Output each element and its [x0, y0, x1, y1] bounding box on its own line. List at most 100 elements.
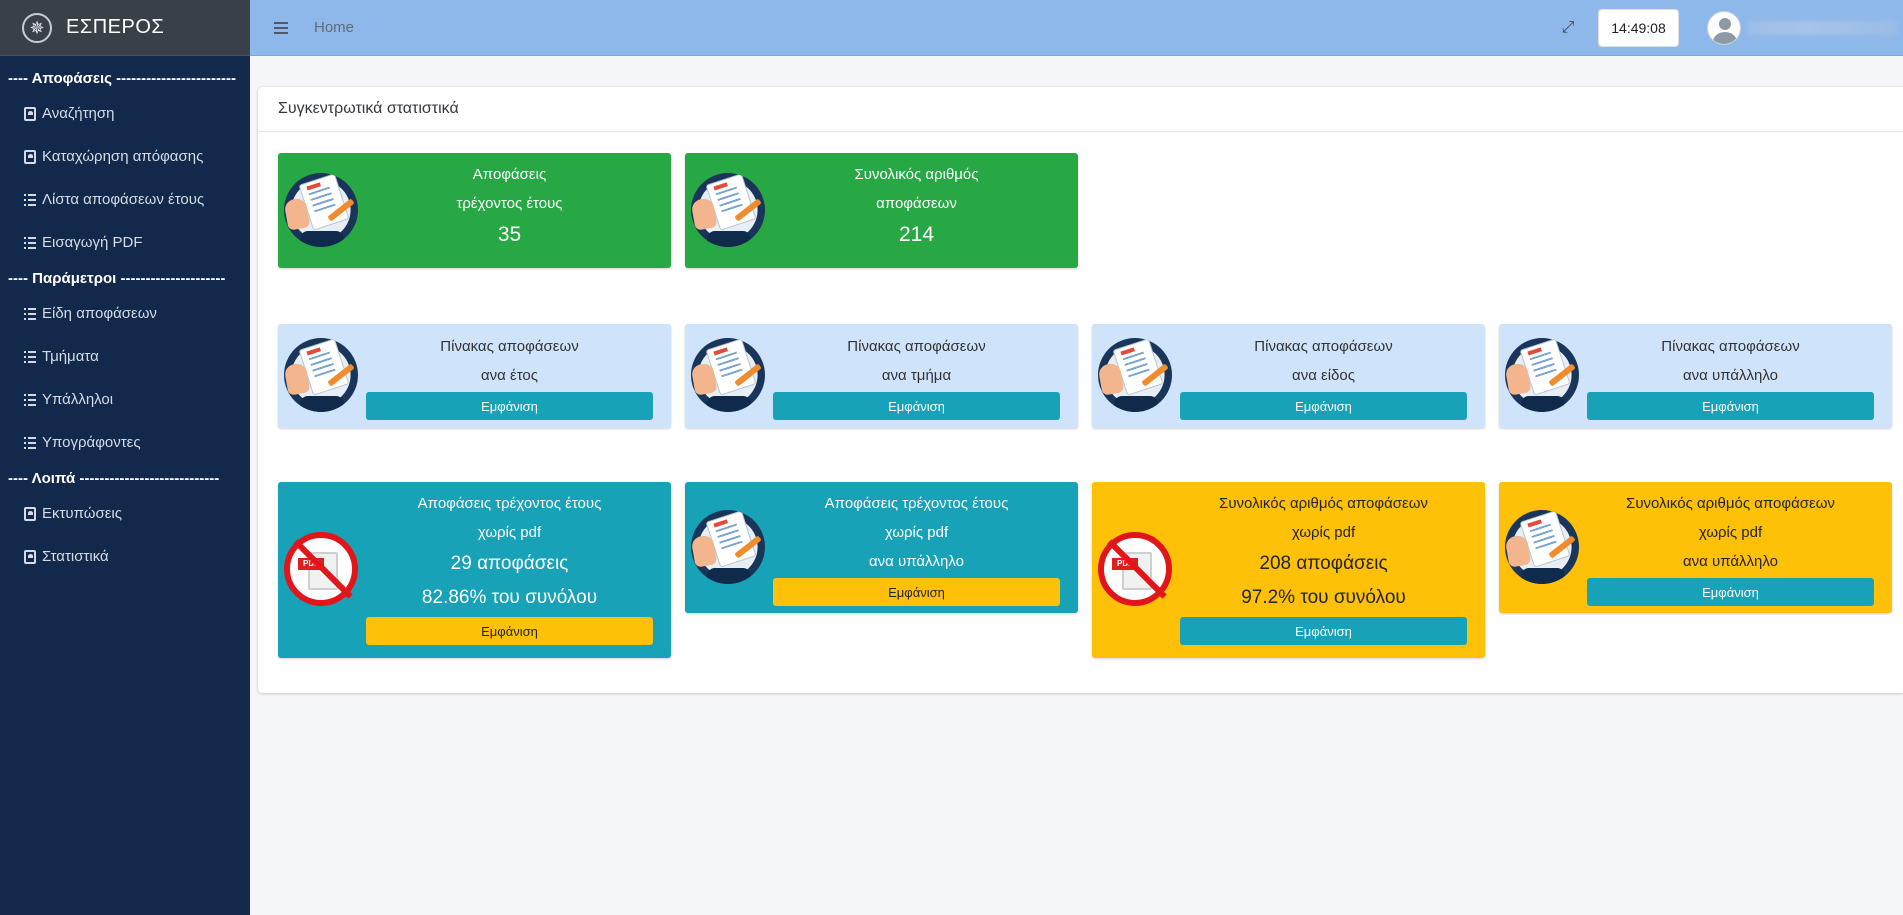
box-line: χωρίς pdf: [1698, 524, 1763, 541]
document-illustration-icon: [284, 338, 358, 412]
compass-icon: ✵: [22, 12, 52, 43]
sidebar-item-label: Είδη αποφάσεων: [42, 305, 157, 322]
nav-header-other: ---- Λοιπά ----------------------------: [8, 469, 220, 487]
box-line: χωρίς pdf: [884, 524, 949, 541]
show-total-no-pdf-button[interactable]: Εμφάνιση: [1180, 617, 1467, 645]
box-line: Συνολικός αριθμός αποφάσεων: [1626, 495, 1835, 512]
fullscreen-icon[interactable]: ⤢: [1560, 20, 1576, 36]
box-line: Αποφάσεις τρέχοντος έτους: [824, 495, 1009, 512]
sidebar-item-label: Στατιστικά: [42, 548, 109, 565]
box-line: ανα έτος: [481, 367, 538, 384]
show-by-employee-button[interactable]: Εμφάνιση: [1587, 392, 1874, 420]
page-title: Συγκεντρωτικά στατιστικά: [258, 87, 1903, 132]
sidebar-item-label: Καταχώρηση απόφασης: [42, 148, 204, 165]
box-value: 214: [898, 223, 935, 246]
sidebar-item-label: Λίστα αποφάσεων έτους: [42, 191, 205, 208]
sidebar-item-label: Αναζήτηση: [42, 105, 115, 122]
box-line: χωρίς pdf: [477, 524, 542, 541]
table-by-employee-box: Πίνακας αποφάσεων ανα υπάλληλο Εμφάνιση: [1499, 324, 1892, 428]
statistics-card: Συγκεντρωτικά στατιστικά Αποφάσεις τρέχο…: [258, 87, 1903, 693]
show-by-year-button[interactable]: Εμφάνιση: [366, 392, 653, 420]
sidebar-item-departments[interactable]: Τμήματα: [0, 335, 250, 378]
no-pdf-icon: PDF: [284, 532, 358, 606]
box-line: Πίνακας αποφάσεων: [847, 338, 986, 355]
box-percent: 82.86% του συνόλου: [421, 587, 598, 608]
list-icon: [24, 393, 36, 407]
current-year-no-pdf-by-employee-box: Αποφάσεις τρέχοντος έτους χωρίς pdf ανα …: [685, 482, 1078, 613]
box-percent: 97.2% του συνόλου: [1241, 587, 1406, 608]
sidebar-item-decisions-list[interactable]: Λίστα αποφάσεων έτους: [0, 178, 250, 221]
box-count: 208 αποφάσεις: [1259, 553, 1388, 574]
current-year-decisions-box: Αποφάσεις τρέχοντος έτους 35: [278, 153, 671, 268]
box-line: Συνολικός αριθμός: [854, 166, 979, 183]
id-card-icon: [24, 506, 36, 521]
box-line: ανα υπάλληλο: [869, 553, 964, 570]
show-current-year-no-pdf-by-employee-button[interactable]: Εμφάνιση: [773, 578, 1060, 606]
document-illustration-icon: [691, 173, 765, 247]
list-icon: [24, 307, 36, 321]
user-menu-name-blurred[interactable]: [1747, 21, 1897, 35]
box-line: ανα υπάλληλο: [1683, 553, 1778, 570]
document-illustration-icon: [691, 338, 765, 412]
show-current-year-no-pdf-button[interactable]: Εμφάνιση: [366, 617, 653, 645]
id-card-icon: [24, 149, 36, 164]
sidebar-item-label: Υπάλληλοι: [42, 391, 114, 408]
show-by-department-button[interactable]: Εμφάνιση: [773, 392, 1060, 420]
document-illustration-icon: [1505, 510, 1579, 584]
box-line: αποφάσεων: [876, 195, 957, 212]
box-value: 35: [497, 223, 522, 246]
total-decisions-box: Συνολικός αριθμός αποφάσεων 214: [685, 153, 1078, 268]
box-line: ανα υπάλληλο: [1683, 367, 1778, 384]
sidebar-item-label: Τμήματα: [42, 348, 99, 365]
box-line: χωρίς pdf: [1291, 524, 1356, 541]
topbar: Home ⤢ 14:49:08: [250, 0, 1903, 56]
list-icon: [24, 436, 36, 450]
table-by-type-box: Πίνακας αποφάσεων ανα είδος Εμφάνιση: [1092, 324, 1485, 428]
id-card-icon: [24, 106, 36, 121]
sidebar-item-prints[interactable]: Εκτυπώσεις: [0, 492, 250, 535]
box-line: Αποφάσεις τρέχοντος έτους: [417, 495, 602, 512]
sidebar-item-search[interactable]: Αναζήτηση: [0, 92, 250, 135]
document-illustration-icon: [691, 510, 765, 584]
box-line: ανα είδος: [1292, 367, 1355, 384]
home-link[interactable]: Home: [314, 19, 354, 36]
box-line: ανα τμήμα: [881, 367, 952, 384]
total-no-pdf-by-employee-box: Συνολικός αριθμός αποφάσεων χωρίς pdf αν…: [1499, 482, 1892, 613]
list-icon: [24, 193, 36, 207]
sidebar-item-label: Υπογράφοντες: [42, 434, 141, 451]
document-illustration-icon: [1505, 338, 1579, 412]
sidebar: ✵ ΕΣΠΕΡΟΣ ---- Αποφάσεις ---------------…: [0, 0, 250, 915]
clock: 14:49:08: [1598, 9, 1679, 47]
sidebar-item-decision-types[interactable]: Είδη αποφάσεων: [0, 292, 250, 335]
list-icon: [24, 236, 36, 250]
sidebar-item-employees[interactable]: Υπάλληλοι: [0, 378, 250, 421]
brand[interactable]: ✵ ΕΣΠΕΡΟΣ: [0, 0, 250, 56]
box-count: 29 αποφάσεις: [450, 553, 569, 574]
sidebar-item-label: Εισαγωγή PDF: [42, 234, 143, 251]
box-line: Πίνακας αποφάσεων: [440, 338, 579, 355]
sidebar-nav: ---- Αποφάσεις ------------------------ …: [0, 56, 250, 578]
box-line: Πίνακας αποφάσεων: [1661, 338, 1800, 355]
app-title: ΕΣΠΕΡΟΣ: [66, 16, 165, 38]
sidebar-item-import-pdf[interactable]: Εισαγωγή PDF: [0, 221, 250, 264]
box-line: Αποφάσεις: [472, 166, 547, 183]
document-illustration-icon: [1098, 338, 1172, 412]
sidebar-item-new-decision[interactable]: Καταχώρηση απόφασης: [0, 135, 250, 178]
table-by-year-box: Πίνακας αποφάσεων ανα έτος Εμφάνιση: [278, 324, 671, 428]
list-icon: [24, 350, 36, 364]
sidebar-item-label: Εκτυπώσεις: [42, 505, 122, 522]
sidebar-item-statistics[interactable]: Στατιστικά: [0, 535, 250, 578]
current-year-no-pdf-box: PDF Αποφάσεις τρέχοντος έτους χωρίς pdf …: [278, 482, 671, 658]
box-line: τρέχοντος έτους: [456, 195, 563, 212]
show-total-no-pdf-by-employee-button[interactable]: Εμφάνιση: [1587, 578, 1874, 606]
nav-header-parameters: ---- Παράμετροι ---------------------: [8, 269, 226, 287]
sidebar-item-signatories[interactable]: Υπογράφοντες: [0, 421, 250, 464]
nav-header-decisions: ---- Αποφάσεις ------------------------: [8, 69, 237, 87]
show-by-type-button[interactable]: Εμφάνιση: [1180, 392, 1467, 420]
table-by-department-box: Πίνακας αποφάσεων ανα τμήμα Εμφάνιση: [685, 324, 1078, 428]
user-avatar[interactable]: [1707, 11, 1741, 45]
no-pdf-icon: PDF: [1098, 532, 1172, 606]
topbar-right: ⤢ 14:49:08: [1560, 0, 1903, 56]
menu-toggle-icon[interactable]: [274, 21, 288, 34]
box-line: Συνολικός αριθμός αποφάσεων: [1219, 495, 1428, 512]
